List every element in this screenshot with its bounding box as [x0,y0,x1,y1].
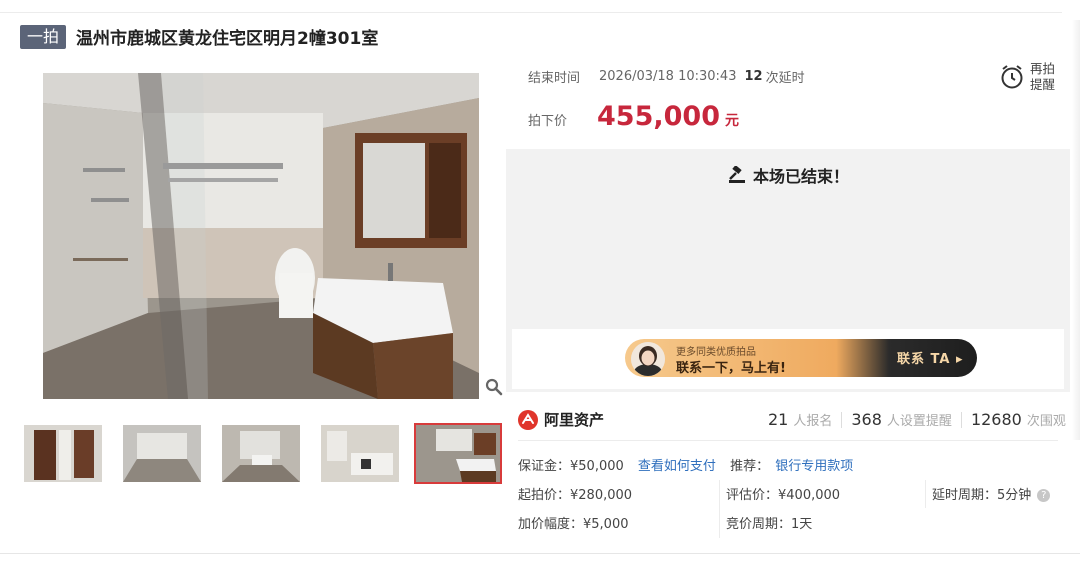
stat-divider [960,411,962,428]
start-price: 起拍价：¥280,000 [518,488,633,503]
ali-asset-logo-icon [518,409,538,430]
end-time-label: 结束时间 [528,71,581,86]
appraisal-price: 评估价：¥400,000 [726,488,841,503]
column-divider [925,480,926,508]
stat-divider [841,411,843,428]
end-time-row: 结束时间 2026/03/18 10:30:43 12 次延时 [528,67,805,86]
help-icon[interactable]: ? [1037,489,1051,502]
remind-line-2: 提醒 [1030,77,1056,92]
auction-ended-panel: 本场已结束！ 更多同类优质拍品 联系一下，马上有! 联系 TA ▸ [506,149,1070,392]
platform-name: 阿里资产 [544,411,605,429]
stats-divider [518,440,1058,441]
alarm-clock-icon [1001,65,1023,89]
promo-banner-area: 更多同类优质拍品 联系一下，马上有! 联系 TA ▸ [512,329,1064,389]
remind-label: 再拍 提醒 [1030,61,1055,93]
delay-period: 延时周期：5分钟 [932,488,1032,503]
gavel-icon [728,166,745,183]
delay-period-row: 延时周期：5分钟? [932,484,1051,503]
extend-count: 12 [744,69,763,84]
view-count: 12680 [970,410,1022,429]
auction-page: 一拍 温州市鹿城区黄龙住宅区明月2幢301室 结束时间 2026/03/18 1… [0,0,1080,561]
bathroom-photo [43,73,479,399]
bottom-divider [0,553,1080,554]
reminder-count: 368 [851,410,882,429]
signup-label: 人报名 [793,414,833,429]
thumbnail-3[interactable] [222,425,300,482]
bid-increment: 加价幅度：¥5,000 [518,517,629,532]
contact-ta-button[interactable]: 联系 TA ▸ [897,348,964,367]
how-to-pay-link[interactable]: 查看如何支付 [638,459,716,474]
thumbnail-5-selected[interactable] [414,423,502,484]
thumbnail-1[interactable] [24,425,102,482]
promo-subtitle: 更多同类优质拍品 [676,347,756,358]
auction-ended-notice: 本场已结束！ [506,163,1070,187]
auction-info: 结束时间 2026/03/18 10:30:43 12 次延时 拍下价 455,… [510,57,1063,147]
reminder-label: 人设置提醒 [886,414,952,429]
signup-count: 21 [768,410,789,429]
promo-headline: 联系一下，马上有! [676,361,786,376]
deal-price-value: 455,000 [597,101,720,132]
title-row: 一拍 温州市鹿城区黄龙住宅区明月2幢301室 [20,24,378,49]
remind-button[interactable]: 再拍 提醒 [1000,57,1066,97]
bid-period: 竞价周期：1天 [726,517,813,532]
contact-promo-banner[interactable]: 更多同类优质拍品 联系一下，马上有! 联系 TA ▸ [625,339,977,377]
page-title: 温州市鹿城区黄龙住宅区明月2幢301室 [76,29,379,49]
column-divider [719,480,720,538]
thumbnail-4[interactable] [321,425,399,482]
auction-stats: 21 人报名 368 人设置提醒 12680 次围观 [768,410,1066,429]
zoom-icon[interactable] [485,378,503,396]
thumbnail-2[interactable] [123,425,201,482]
deal-price-label: 拍下价 [528,114,568,129]
top-divider [0,12,1062,13]
ali-asset-brand[interactable]: 阿里资产 [518,409,604,430]
auction-ended-text: 本场已结束！ [752,167,849,186]
main-photo[interactable] [43,73,479,399]
auction-round-tag: 一拍 [20,24,67,49]
recommend-label: 推荐： [730,459,770,474]
deal-price-row: 拍下价 455,000 元 [528,101,739,132]
currency-label: 元 [725,113,739,129]
extend-suffix: 次延时 [765,71,805,86]
agent-avatar [631,342,665,376]
end-time-value: 2026/03/18 10:30:43 [599,69,737,84]
page-edge-shadow [1072,20,1080,440]
view-label: 次围观 [1026,414,1066,429]
deposit-text: 保证金：¥50,000 [518,459,624,474]
bank-account-link[interactable]: 银行专用款项 [775,459,853,474]
deposit-row: 保证金：¥50,000 查看如何支付 推荐： 银行专用款项 [518,455,853,474]
remind-line-1: 再拍 [1030,61,1056,76]
